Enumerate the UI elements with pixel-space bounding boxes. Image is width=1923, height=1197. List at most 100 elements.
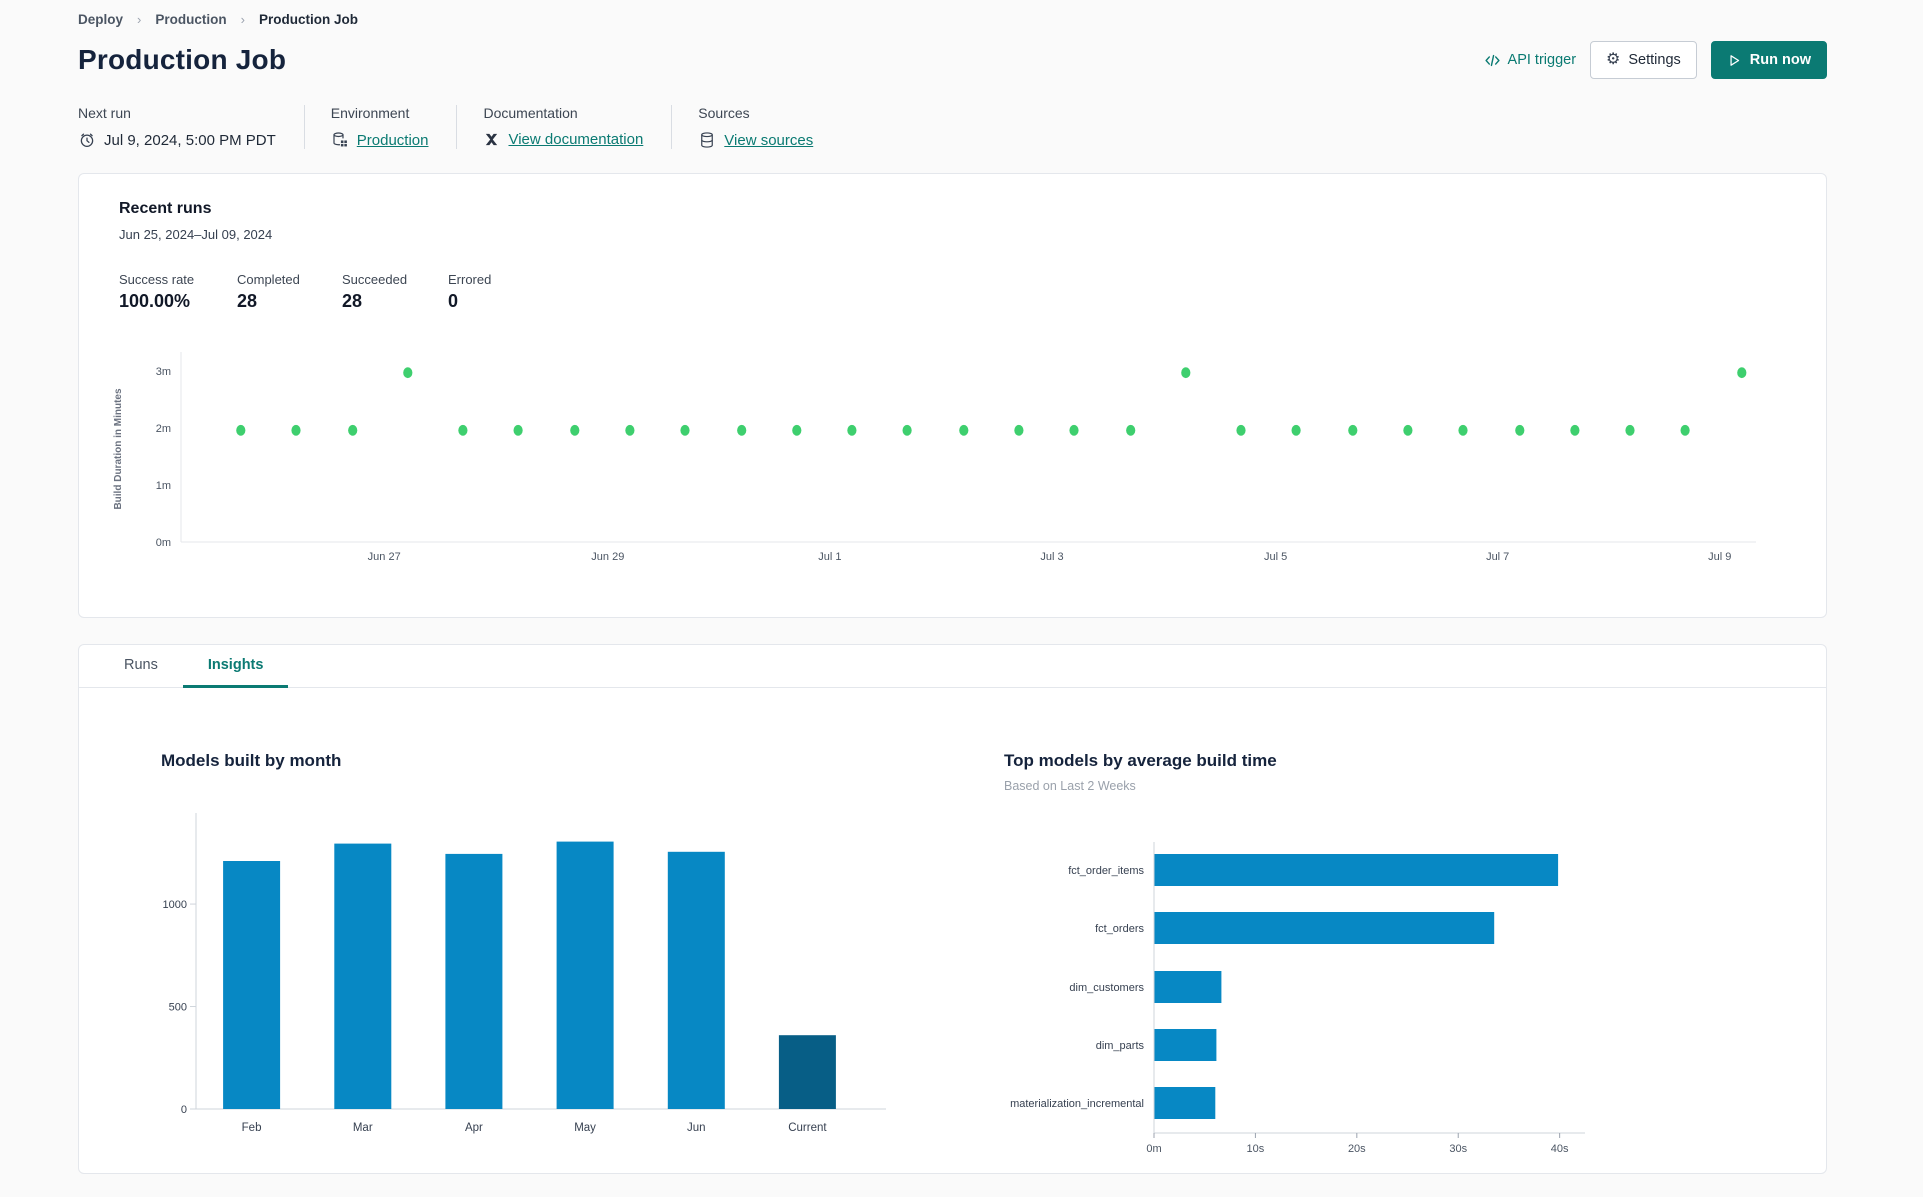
page-header: Production Job API trigger ⚙ Settings Ru… (78, 41, 1827, 79)
run-duration-point[interactable] (1458, 424, 1468, 436)
settings-label: Settings (1628, 52, 1681, 68)
svg-text:Current: Current (788, 1122, 827, 1134)
run-duration-point[interactable] (1181, 367, 1191, 379)
top-models-chart-title: Top models by average build time (1004, 751, 1277, 770)
settings-button[interactable]: ⚙ Settings (1590, 41, 1697, 79)
run-duration-point[interactable] (348, 424, 358, 436)
dbt-docs-icon (483, 131, 500, 148)
svg-text:dim_parts: dim_parts (1096, 1040, 1145, 1052)
meta-label: Documentation (483, 105, 578, 121)
month-bar-apr (445, 853, 503, 1109)
models-built-chart-title: Models built by month (161, 751, 342, 770)
meta-label: Sources (698, 105, 750, 121)
recent-runs-stats: Success rate 100.00% Completed 28 Succee… (119, 272, 1786, 312)
svg-text:0: 0 (181, 1104, 187, 1116)
run-duration-point[interactable] (680, 424, 690, 436)
svg-text:fct_orders: fct_orders (1095, 923, 1144, 935)
svg-text:Jul 5: Jul 5 (1264, 551, 1287, 563)
job-detail-card: Runs Insights Models built by month Top … (78, 644, 1827, 1174)
breadcrumb-current: Production Job (258, 12, 358, 27)
run-duration-point[interactable] (1625, 424, 1635, 436)
run-duration-point[interactable] (1236, 424, 1246, 436)
production-job-page: Deploy › Production › Production Job Pro… (0, 0, 1923, 1197)
run-duration-point[interactable] (737, 424, 747, 436)
run-duration-point[interactable] (236, 424, 246, 436)
gear-icon: ⚙ (1606, 51, 1621, 68)
run-duration-point[interactable] (1014, 424, 1024, 436)
header-actions: API trigger ⚙ Settings Run now (1484, 41, 1827, 79)
run-duration-point[interactable] (847, 424, 857, 436)
svg-text:May: May (574, 1122, 596, 1134)
svg-text:materialization_incremental: materialization_incremental (1010, 1098, 1144, 1110)
run-duration-point[interactable] (1291, 424, 1301, 436)
svg-text:Build Duration in Minutes: Build Duration in Minutes (113, 388, 124, 510)
svg-text:Jun: Jun (687, 1122, 706, 1134)
svg-text:dim_customers: dim_customers (1069, 982, 1144, 994)
svg-text:3m: 3m (156, 366, 171, 378)
run-duration-point[interactable] (1680, 424, 1690, 436)
run-duration-point[interactable] (1570, 424, 1580, 436)
environment-icon (331, 131, 349, 149)
svg-text:20s: 20s (1348, 1143, 1366, 1155)
recent-runs-card: Recent runs Jun 25, 2024–Jul 09, 2024 Su… (78, 173, 1827, 618)
run-duration-point[interactable] (1126, 424, 1136, 436)
view-documentation-link[interactable]: View documentation (508, 131, 643, 148)
database-icon (698, 131, 716, 149)
svg-text:10s: 10s (1247, 1143, 1265, 1155)
breadcrumb: Deploy › Production › Production Job (78, 8, 1827, 27)
svg-text:Jul 9: Jul 9 (1708, 551, 1731, 563)
tab-runs[interactable]: Runs (99, 645, 183, 688)
run-duration-point[interactable] (513, 424, 523, 436)
build-duration-chart: 0m 1m 2m 3m Jun 27 Jun 29 Jul 1 Jul 3 Jul 5 Jul 7… (97, 346, 1810, 601)
run-duration-point[interactable] (458, 424, 468, 436)
run-duration-point[interactable] (1737, 367, 1747, 379)
svg-text:Jul 7: Jul 7 (1486, 551, 1509, 563)
meta-environment: Environment Production (331, 105, 458, 149)
chevron-right-icon: › (240, 12, 245, 27)
run-now-button[interactable]: Run now (1710, 41, 1827, 79)
run-duration-point[interactable] (902, 424, 912, 436)
run-duration-point[interactable] (291, 424, 301, 436)
run-duration-point[interactable] (959, 424, 969, 436)
tab-insights[interactable]: Insights (182, 645, 289, 688)
run-duration-point[interactable] (1403, 424, 1413, 436)
api-trigger-label: API trigger (1507, 52, 1577, 68)
job-meta-row: Next run Jul 9, 2024, 5:00 PM PDT Enviro… (78, 105, 1827, 149)
chevron-right-icon: › (137, 12, 142, 27)
svg-text:Jul 1: Jul 1 (818, 551, 841, 563)
run-duration-point[interactable] (403, 367, 413, 379)
view-sources-link[interactable]: View sources (724, 132, 813, 149)
api-trigger-link[interactable]: API trigger (1484, 52, 1577, 69)
svg-text:1000: 1000 (163, 899, 187, 911)
meta-next-run: Next run Jul 9, 2024, 5:00 PM PDT (78, 105, 305, 149)
month-bar-jun (667, 851, 725, 1109)
svg-text:Jun 27: Jun 27 (368, 551, 401, 563)
run-duration-point[interactable] (1069, 424, 1079, 436)
svg-text:0m: 0m (156, 537, 171, 549)
stat-errored: Errored 0 (448, 272, 492, 311)
svg-text:fct_order_items: fct_order_items (1068, 865, 1144, 877)
run-duration-point[interactable] (625, 424, 635, 436)
play-icon (1727, 53, 1742, 68)
alarm-clock-icon (78, 131, 96, 149)
environment-link[interactable]: Production (357, 132, 429, 149)
svg-text:Apr: Apr (465, 1122, 483, 1134)
run-duration-point[interactable] (1515, 424, 1525, 436)
stat-success-rate: Success rate 100.00% (119, 272, 195, 311)
breadcrumb-deploy[interactable]: Deploy (78, 12, 123, 27)
svg-text:Jul 3: Jul 3 (1040, 551, 1063, 563)
top-models-chart-subtitle: Based on Last 2 Weeks (1004, 779, 1136, 793)
meta-label: Environment (330, 105, 410, 121)
model-bar-dim_parts (1154, 1029, 1217, 1061)
recent-runs-date-range: Jun 25, 2024–Jul 09, 2024 (119, 227, 273, 242)
model-bar-fct_orders (1154, 912, 1495, 944)
svg-text:500: 500 (169, 1002, 187, 1014)
run-duration-point[interactable] (570, 424, 580, 436)
meta-sources: Sources View sources (698, 105, 841, 149)
run-duration-point[interactable] (792, 424, 802, 436)
top-models-chart: 0m 10s 20s 30s 40s fct_order_items fct_orders d… (991, 826, 1651, 1171)
breadcrumb-production[interactable]: Production (155, 12, 226, 27)
month-bar-mar (334, 843, 392, 1109)
recent-runs-title: Recent runs (119, 200, 212, 217)
run-duration-point[interactable] (1348, 424, 1358, 436)
